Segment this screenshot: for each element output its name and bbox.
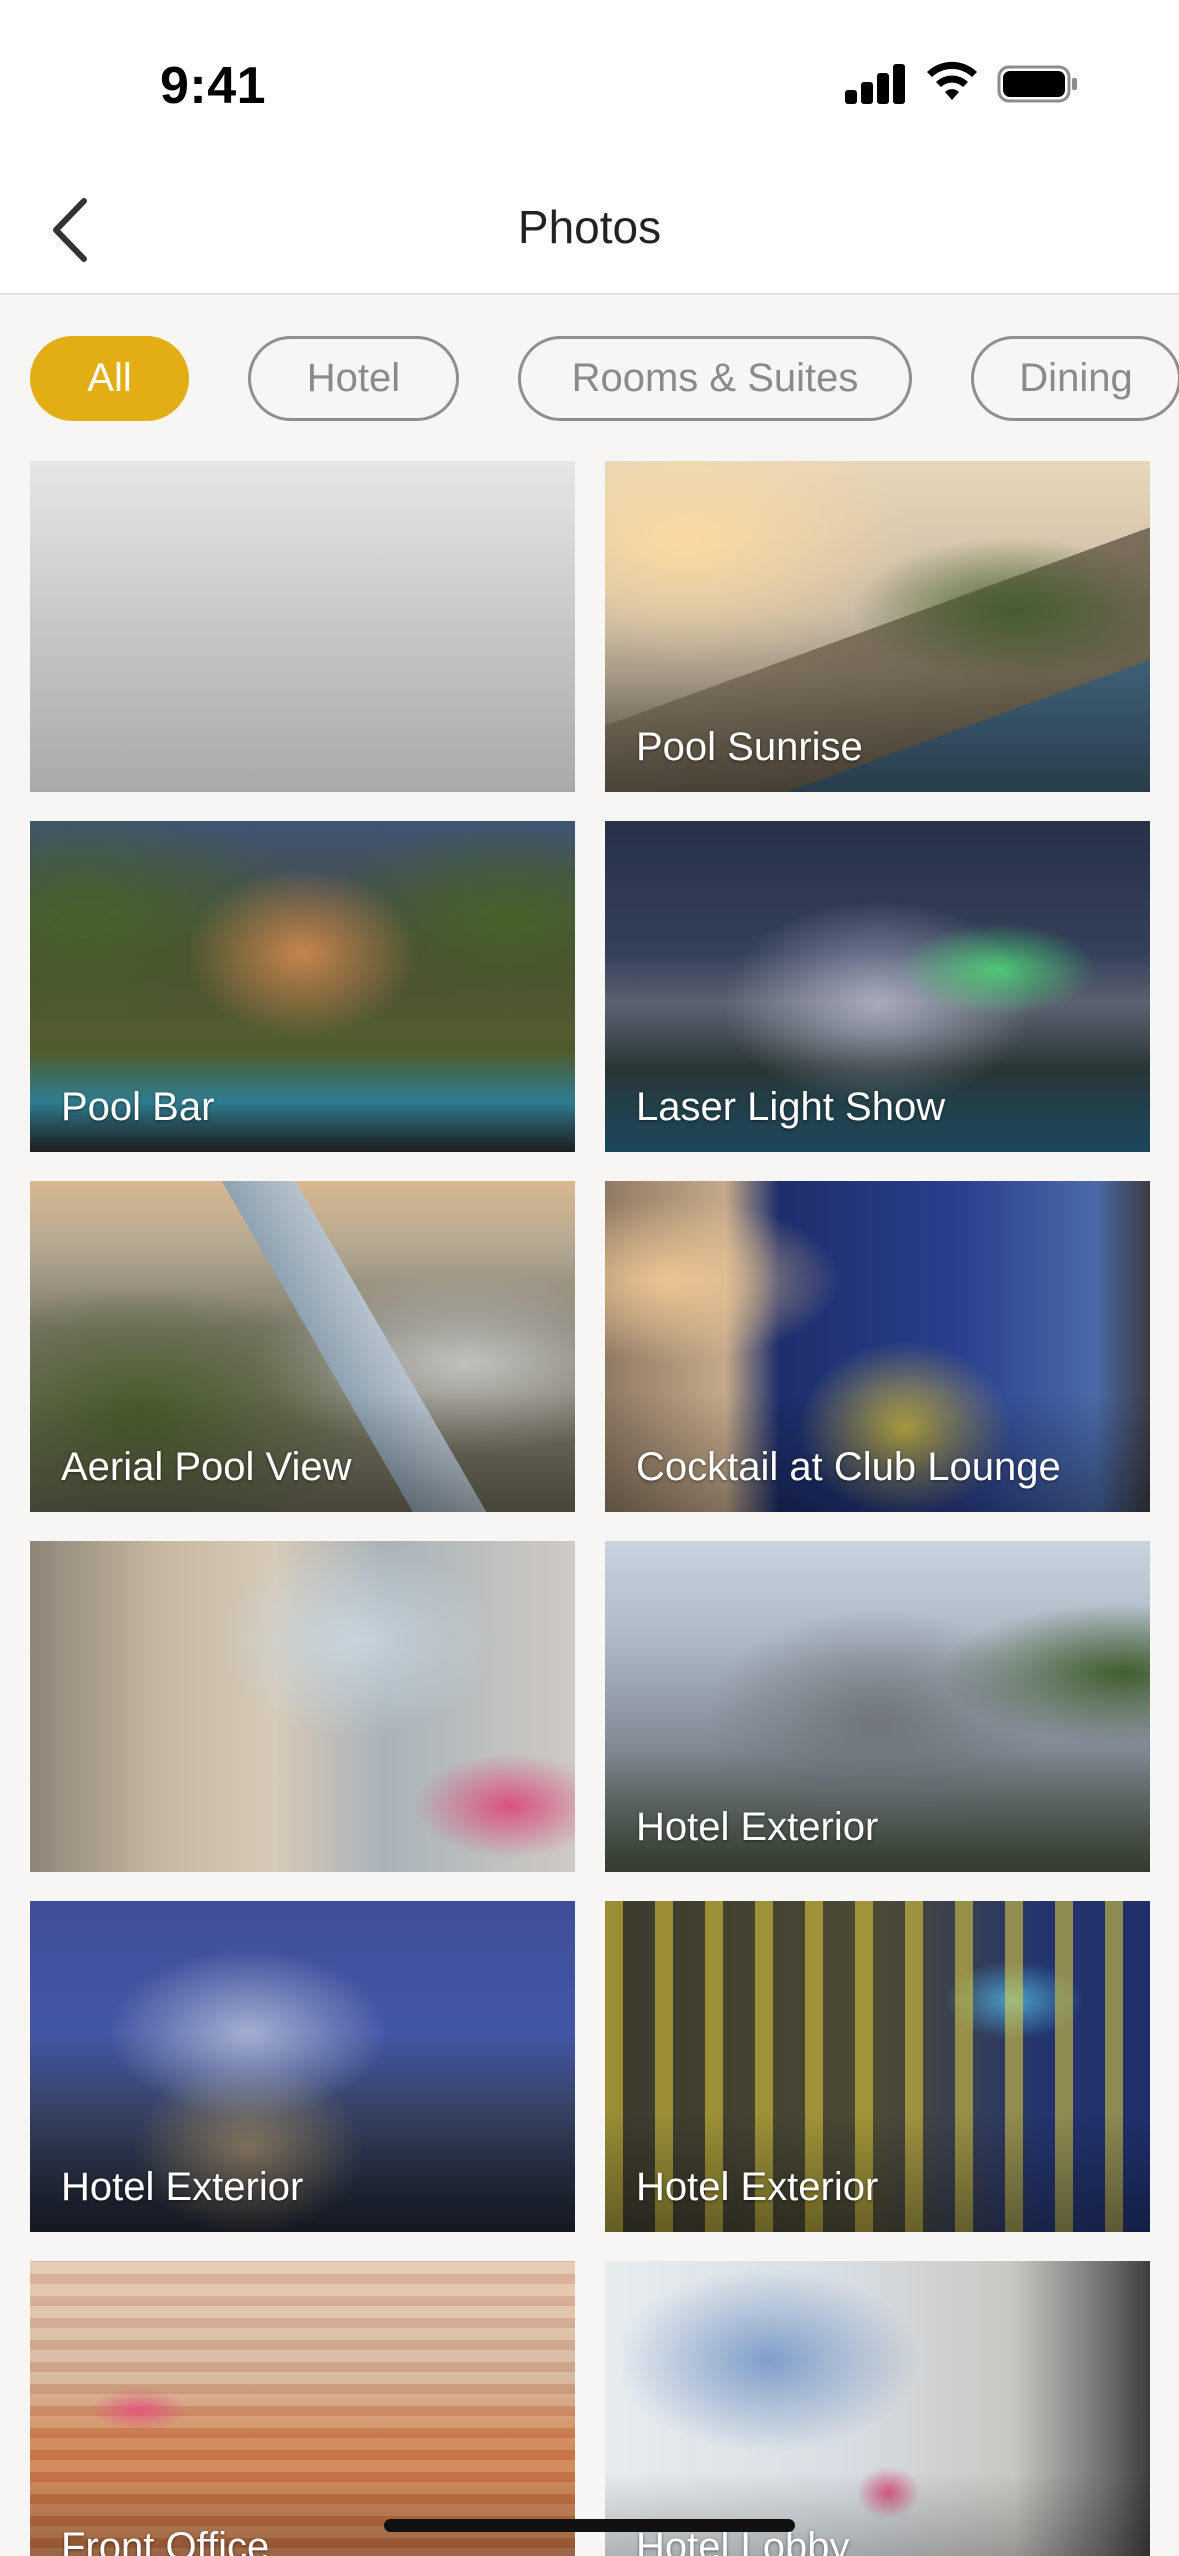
- home-indicator[interactable]: [384, 2519, 795, 2532]
- photo-tile[interactable]: Aerial Pool View: [30, 1181, 575, 1512]
- photo-image: [30, 1541, 575, 1872]
- photo-tile[interactable]: Hotel Lobby: [605, 2261, 1150, 2556]
- filter-chips: All Hotel Rooms & Suites Dining: [0, 295, 1179, 460]
- photo-caption: Hotel Exterior: [636, 2165, 879, 2209]
- photo-tile[interactable]: [30, 1541, 575, 1872]
- photo-caption: Pool Bar: [61, 1085, 215, 1129]
- filter-chip-all[interactable]: All: [30, 336, 189, 421]
- status-time: 9:41: [160, 57, 267, 115]
- status-bar: 9:41: [0, 0, 1179, 160]
- cellular-signal-icon: [845, 62, 907, 104]
- photo-caption: Hotel Exterior: [636, 1805, 879, 1849]
- photo-caption: Cocktail at Club Lounge: [636, 1445, 1061, 1489]
- photo-tile[interactable]: Hotel Exterior: [30, 1901, 575, 2232]
- page-title: Photos: [517, 201, 662, 253]
- photo-caption: Laser Light Show: [636, 1085, 946, 1129]
- photo-caption: Pool Sunrise: [636, 725, 863, 769]
- photo-tile[interactable]: Hotel Exterior: [605, 1901, 1150, 2232]
- photo-caption: Aerial Pool View: [61, 1445, 352, 1489]
- photo-caption: Hotel Exterior: [61, 2165, 304, 2209]
- photo-tile[interactable]: [30, 461, 575, 792]
- filter-chip-dining[interactable]: Dining: [971, 336, 1179, 421]
- photo-caption: Front Office: [61, 2525, 270, 2556]
- photo-tile[interactable]: Pool Sunrise: [605, 461, 1150, 792]
- photo-tile[interactable]: Pool Bar: [30, 821, 575, 1152]
- photo-tile[interactable]: Front Office: [30, 2261, 575, 2556]
- filter-chip-rooms-suites[interactable]: Rooms & Suites: [518, 336, 912, 421]
- nav-bar: Photos: [0, 160, 1179, 295]
- photo-tile[interactable]: Cocktail at Club Lounge: [605, 1181, 1150, 1512]
- photo-tile[interactable]: Hotel Exterior: [605, 1541, 1150, 1872]
- battery-icon: [997, 65, 1077, 103]
- photo-placeholder: [30, 461, 575, 792]
- photo-tile[interactable]: Laser Light Show: [605, 821, 1150, 1152]
- wifi-icon: [927, 61, 977, 100]
- filter-chip-hotel[interactable]: Hotel: [248, 336, 459, 421]
